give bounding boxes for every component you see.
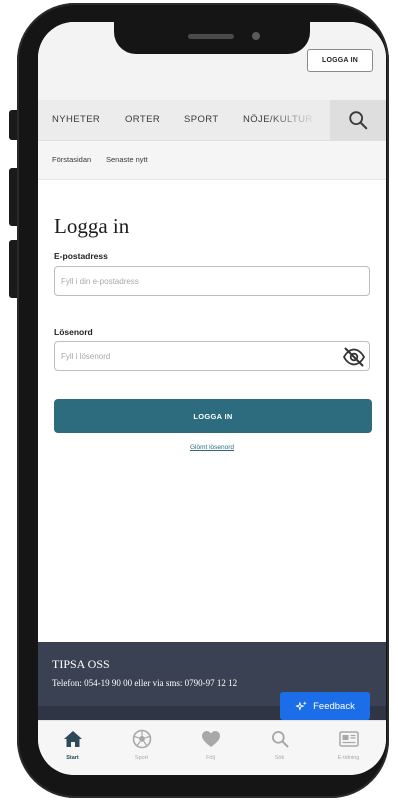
feedback-label: Feedback [313,700,355,712]
footer-title: TIPSA OSS [52,657,110,671]
tab-sport[interactable]: Sport [107,721,176,769]
search-icon-wrap [245,728,314,750]
search-icon [271,731,288,748]
page-title: Logga in [54,214,130,238]
eye-off-icon [342,347,366,367]
subnav-item-forstasidan[interactable]: Förstasidan [52,155,91,164]
front-camera [252,32,260,40]
tab-label: E-tidning [337,755,360,761]
nav-item-sport[interactable]: SPORT [184,114,219,125]
tab-start[interactable]: Start [38,721,107,769]
main-navigation: NYHETER ORTER SPORT NÖJE/KULTUR [38,100,386,141]
email-field[interactable] [54,266,370,296]
tab-sok[interactable]: Sök [245,721,314,769]
sparkle-icon [295,700,307,710]
search-icon [349,111,368,130]
forgot-password-link[interactable]: Glömt lösenord [38,444,386,451]
phone-screen: LOGGA IN NYHETER ORTER SPORT NÖJE/KULTUR… [38,22,386,775]
bottom-tab-bar: Start Sport Följ Sök E-tidning [38,720,386,775]
feedback-button[interactable]: Feedback [280,692,370,720]
home-icon [63,731,82,747]
tab-label: Sök [274,755,285,761]
tab-label: Följ [206,755,215,761]
newspaper-icon-wrap [314,728,383,750]
email-label: E-postadress [54,251,108,261]
heart-icon-wrap [176,728,245,750]
speaker-grille [188,34,234,39]
password-visibility-toggle[interactable] [341,344,367,370]
newspaper-icon [338,731,359,747]
tab-label: Sport [134,755,149,761]
tab-folj[interactable]: Följ [176,721,245,769]
login-submit-button[interactable]: LOGGA IN [54,399,372,433]
heart-icon [201,731,220,747]
password-label: Lösenord [54,327,93,337]
device-mockup: LOGGA IN NYHETER ORTER SPORT NÖJE/KULTUR… [0,0,398,801]
soccer-ball-icon [132,729,151,749]
phone-notch [114,22,310,54]
footer-contact: Telefon: 054-19 90 00 eller via sms: 079… [52,678,238,688]
sub-navigation: Förstasidan Senaste nytt [38,141,386,180]
nav-item-nyheter[interactable]: NYHETER [52,114,100,125]
password-field[interactable] [54,341,370,371]
subnav-item-senaste-nytt[interactable]: Senaste nytt [106,155,148,164]
nav-scroll-fade [268,100,318,140]
header-login-button[interactable]: LOGGA IN [307,49,373,72]
nav-search-button[interactable] [330,100,386,140]
tab-label: Start [66,755,79,761]
nav-item-orter[interactable]: ORTER [125,114,160,125]
home-icon-wrap [38,728,107,750]
tab-e-tidning[interactable]: E-tidning [314,721,383,769]
soccer-ball-icon-wrap [107,728,176,750]
